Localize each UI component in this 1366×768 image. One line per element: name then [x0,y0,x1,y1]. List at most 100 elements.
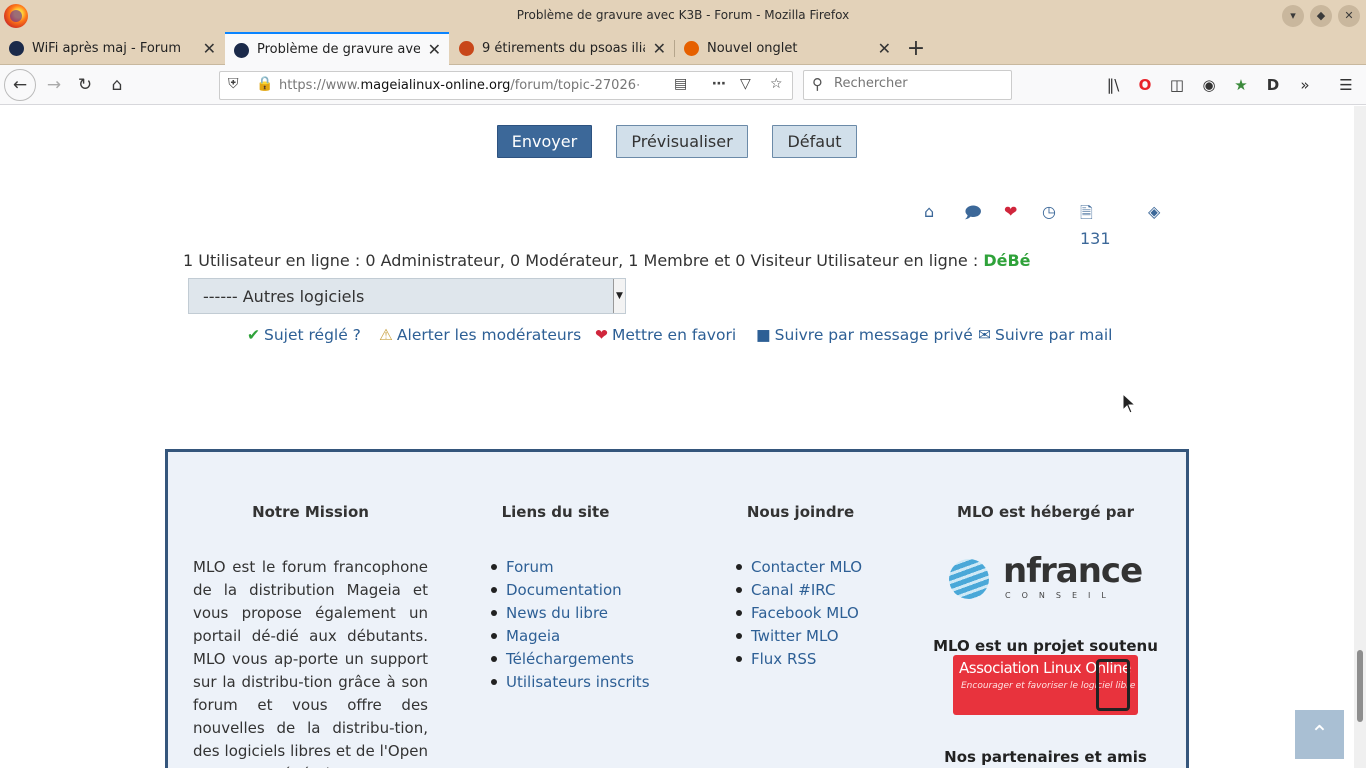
url-bar[interactable]: ⛨ 🔒 https://www.mageialinux-online.org/f… [219,71,793,100]
eraser-icon[interactable]: ◈ [1148,202,1160,221]
preview-button[interactable]: Prévisualiser [616,125,748,158]
tab-new[interactable]: Nouvel onglet ✕ [675,32,899,65]
nfrance-logo-text: nfrance [1003,551,1143,591]
site-links-list: Forum Documentation News du libre Mageia… [491,556,650,694]
tab-wifi[interactable]: WiFi après maj - Forum ✕ [0,32,224,65]
window-title: Problème de gravure avec K3B - Forum - M… [516,8,850,22]
footer-link-rss[interactable]: Flux RSS [736,648,862,671]
extension-icon[interactable]: ★ [1228,71,1254,99]
site-favicon-icon [459,41,474,56]
default-button[interactable]: Défaut [772,125,857,158]
send-button[interactable]: Envoyer [497,125,592,158]
search-icon: ⚲ [812,75,823,93]
contact-links-list: Contacter MLO Canal #IRC Facebook MLO Tw… [736,556,862,671]
follow-mail-link[interactable]: ✉ Suivre par mail [978,326,1112,344]
footer-link-contact[interactable]: Contacter MLO [736,556,862,579]
page-content: Envoyer Prévisualiser Défaut ⌂ 🗩 ❤ ◷ 🗎 13… [0,106,1354,768]
clock-icon[interactable]: ◷ [1042,202,1056,221]
sidebar-icon[interactable]: ◫ [1164,71,1190,99]
category-select-value: ------ Autres logiciels [203,287,365,306]
footer-link-irc[interactable]: Canal #IRC [736,579,862,602]
close-tab-icon[interactable]: ✕ [653,32,666,65]
category-select[interactable]: ------ Autres logiciels ▼ [188,278,626,314]
page-actions-icon[interactable]: ⋯ [712,76,726,92]
nfrance-logo-subtext: CONSEIL [1005,591,1117,600]
mission-text: MLO est le forum francophone de la distr… [193,558,428,768]
heart-icon: ❤ [595,326,608,344]
document-icon: 🗎 [1080,203,1093,222]
solved-link[interactable]: ✔ Sujet réglé ? [247,326,361,344]
bookmark-star-icon[interactable]: ☆ [770,76,783,92]
opera-extension-icon[interactable]: O [1132,71,1158,99]
online-users-text: 1 Utilisateur en ligne : 0 Administrateu… [183,251,984,270]
forward-button[interactable]: → [40,71,68,99]
heart-icon[interactable]: ❤ [1004,202,1017,221]
favorite-link[interactable]: ❤ Mettre en favori [595,326,736,344]
close-tab-icon[interactable]: ✕ [878,32,891,65]
account-icon[interactable]: ◉ [1196,71,1222,99]
contact-title: Nous joindre [746,503,855,521]
links-title: Liens du site [501,503,610,521]
navigation-bar: ← → ↻ ⌂ ⛨ 🔒 https://www.mageialinux-onli… [0,65,1366,105]
alert-moderators-link[interactable]: ⚠ Alerter les modérateurs [379,326,581,344]
warning-icon: ⚠ [379,326,393,344]
new-tab-button[interactable]: + [904,32,928,65]
close-window-button[interactable]: ✕ [1338,5,1360,27]
check-icon: ✔ [247,326,260,344]
reload-button[interactable]: ↻ [71,71,99,99]
search-input[interactable] [834,76,1004,91]
pocket-icon[interactable]: ▽ [740,76,751,92]
home-icon[interactable]: ⌂ [924,202,934,221]
maximize-button[interactable]: ◆ [1310,5,1332,27]
footer-link-news[interactable]: News du libre [491,602,650,625]
close-tab-icon[interactable]: ✕ [203,32,216,65]
views-counter: 🗎 131 [1080,202,1111,248]
comment-icon[interactable]: 🗩 [964,202,982,229]
minimize-button[interactable]: ▾ [1282,5,1304,27]
footer-link-downloads[interactable]: Téléchargements [491,648,650,671]
envelope-icon: ✉ [978,326,991,344]
follow-pm-link[interactable]: ■ Suivre par message privé [756,326,973,344]
mageia-favicon-icon [9,41,24,56]
lock-icon[interactable]: 🔒 [256,76,273,92]
online-user-link[interactable]: DéBé [983,251,1030,270]
footer-link-twitter[interactable]: Twitter MLO [736,625,862,648]
shield-icon[interactable]: ⛨ [228,76,239,92]
search-bar[interactable]: ⚲ [803,70,1012,100]
views-count: 131 [1080,229,1111,248]
page-scrollbar[interactable] [1354,106,1366,768]
tab-psoas[interactable]: 9 étirements du psoas iliaque ✕ [450,32,674,65]
tab-k3b[interactable]: Problème de gravure avec K3B ✕ [225,32,449,65]
back-button[interactable]: ← [4,69,36,101]
firefox-favicon-icon [684,41,699,56]
hamburger-menu-icon[interactable]: ☰ [1333,71,1359,99]
mouse-cursor-icon [1122,393,1136,414]
tab-bar: WiFi après maj - Forum ✕ Problème de gra… [0,32,1366,65]
partners-title: Nos partenaires et amis [944,748,1147,766]
footer-link-mageia[interactable]: Mageia [491,625,650,648]
back-to-top-button[interactable]: ⌃ [1295,710,1344,759]
nfrance-logo[interactable]: nfrance CONSEIL [949,551,1143,605]
overflow-menu-icon[interactable]: » [1292,71,1318,99]
footer-link-facebook[interactable]: Facebook MLO [736,602,862,625]
footer-link-documentation[interactable]: Documentation [491,579,650,602]
speech-bubble-icon: ■ [756,326,771,344]
scrollbar-thumb[interactable] [1357,650,1363,722]
extension-d-icon[interactable]: D [1260,71,1286,99]
alo-mark-icon [1096,659,1130,711]
alo-logo[interactable]: Association Linux Online Encourager et f… [953,655,1138,715]
host-title: MLO est hébergé par [957,503,1134,521]
url-text[interactable]: https://www.mageialinux-online.org/forum… [279,78,639,93]
chevron-down-icon[interactable]: ▼ [613,279,625,313]
site-footer: Notre Mission MLO est le forum francopho… [165,449,1189,768]
library-icon[interactable]: ‖\ [1100,71,1126,99]
topic-actions: ✔ Sujet réglé ? ⚠ Alerter les modérateurs … [0,326,1354,348]
online-users: 1 Utilisateur en ligne : 0 Administrateu… [183,251,1031,270]
reader-view-icon[interactable]: ▤ [674,76,687,92]
close-tab-icon[interactable]: ✕ [428,34,441,65]
footer-link-users[interactable]: Utilisateurs inscrits [491,671,650,694]
globe-icon [949,559,989,599]
footer-link-forum[interactable]: Forum [491,556,650,579]
home-button[interactable]: ⌂ [103,71,131,99]
mission-title: Notre Mission [252,503,369,521]
